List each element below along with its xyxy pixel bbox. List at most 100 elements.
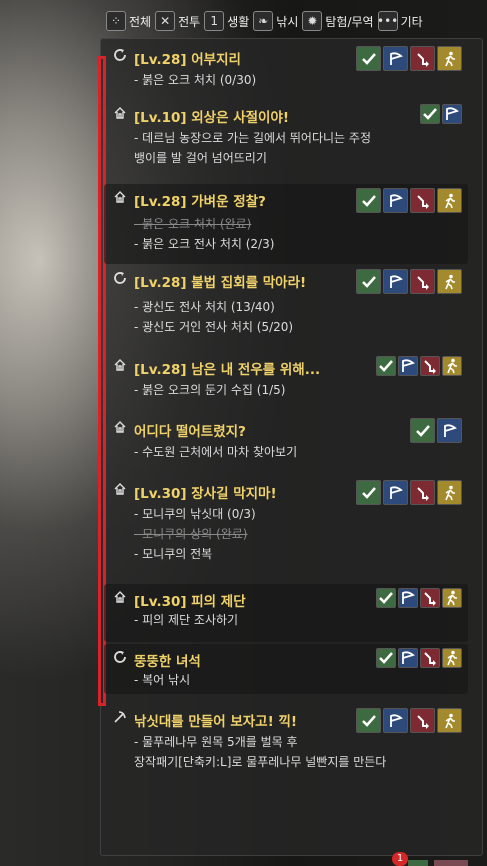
quest-entry[interactable]: [Lv.28] 가벼운 정찰? - 붉은 오크 처치 (완료) - 붉은 오크 전사… — [104, 184, 468, 264]
quest-entry[interactable]: [Lv.28] 어부지리 - 붉은 오크 처치 (0/30) — [104, 42, 468, 100]
auto-walk-button[interactable] — [442, 356, 462, 376]
quest-action-buttons — [376, 588, 462, 608]
auto-walk-button[interactable] — [437, 46, 462, 71]
bottom-tab-green[interactable] — [408, 860, 428, 866]
filter-more[interactable]: ••• 기타 — [377, 11, 423, 31]
auto-path-button[interactable] — [410, 188, 435, 213]
quest-objectives: - 광신도 전사 처치 (13/40) - 광신도 거인 전사 처치 (5/20) — [134, 297, 293, 337]
auto-path-button[interactable] — [410, 708, 435, 733]
arrow-icon — [416, 52, 429, 67]
quest-objectives: - 피의 제단 조사하기 — [134, 610, 238, 630]
auto-path-button[interactable] — [410, 480, 435, 505]
quest-filter-bar: ⁘ 전체 ✕ 전투 1 생활 ❧ 낚시 ✹ 탐험/무역 ••• 기타 — [106, 8, 483, 34]
complete-button[interactable] — [356, 46, 381, 71]
quest-objective: - 모니쿠의 상의 (완료) — [134, 527, 248, 541]
filter-label: 탐험/무역 — [325, 14, 374, 29]
check-icon — [361, 714, 376, 727]
check-icon — [379, 592, 393, 604]
auto-walk-button[interactable] — [442, 588, 462, 608]
quest-objective: - 수도원 근처에서 마차 찾아보기 — [134, 445, 298, 459]
flag-icon — [389, 485, 403, 499]
flag-icon — [389, 193, 403, 207]
complete-button[interactable] — [356, 480, 381, 505]
check-icon — [379, 360, 393, 372]
auto-path-button[interactable] — [420, 356, 440, 376]
quest-entry[interactable]: [Lv.10] 외상은 사절이야! - 데르님 농장으로 가는 길에서 뛰어다니는… — [104, 100, 468, 182]
navigate-flag-button[interactable] — [437, 418, 462, 443]
quest-entry[interactable]: [Lv.30] 장사길 막지마! - 모니쿠의 낚싯대 (0/3) - 모니쿠의 상… — [104, 476, 468, 582]
quest-title[interactable]: [Lv.28] 불법 집회를 막아라! — [134, 271, 306, 291]
bottom-tab-red[interactable] — [434, 860, 468, 866]
flag-icon — [402, 591, 415, 604]
complete-button[interactable] — [356, 188, 381, 213]
filter-all-filter[interactable]: ⁘ 전체 — [106, 11, 151, 31]
navigate-flag-button[interactable] — [442, 104, 462, 124]
quest-entry[interactable]: 뚱뚱한 녀석 - 복어 낚시 — [104, 644, 468, 694]
quest-house-icon — [112, 358, 128, 374]
arrow-icon — [416, 486, 429, 501]
complete-button[interactable] — [420, 104, 440, 124]
quest-objective: 장작패기[단축키:L]로 물푸레나무 널빤지를 만든다 — [134, 755, 387, 769]
quest-title[interactable]: [Lv.10] 외상은 사절이야! — [134, 106, 289, 126]
navigate-flag-button[interactable] — [383, 269, 408, 294]
quest-entry[interactable]: [Lv.28] 불법 집회를 막아라! - 광신도 전사 처치 (13/40) - … — [104, 265, 468, 350]
complete-button[interactable] — [376, 648, 396, 668]
arrow-icon — [424, 652, 436, 666]
filter-fish[interactable]: ❧ 낚시 — [253, 11, 298, 31]
complete-button[interactable] — [376, 356, 396, 376]
quest-title[interactable]: [Lv.28] 남은 내 전우를 위해... — [134, 358, 320, 378]
auto-walk-button[interactable] — [437, 480, 462, 505]
navigate-flag-button[interactable] — [383, 46, 408, 71]
quest-title[interactable]: 낚싯대를 만들어 보자고! 끽! — [134, 710, 297, 730]
quest-title[interactable]: [Lv.30] 장사길 막지마! — [134, 482, 277, 502]
quest-entry[interactable]: [Lv.28] 남은 내 전우를 위해... - 붉은 오크의 둔기 수집 (1/… — [104, 352, 468, 412]
check-icon — [379, 652, 393, 664]
navigate-flag-button[interactable] — [383, 480, 408, 505]
auto-path-button[interactable] — [420, 648, 440, 668]
quest-title[interactable]: [Lv.28] 어부지리 — [134, 48, 241, 68]
filter-crossed-swords[interactable]: ✕ 전투 — [155, 11, 200, 31]
filter-compass[interactable]: ✹ 탐험/무역 — [302, 11, 374, 31]
quest-house-icon — [112, 420, 128, 436]
quest-title[interactable]: 뚱뚱한 녀석 — [134, 650, 201, 670]
navigate-flag-button[interactable] — [398, 588, 418, 608]
auto-walk-button[interactable] — [442, 648, 462, 668]
auto-walk-button[interactable] — [437, 269, 462, 294]
more-icon: ••• — [377, 11, 398, 31]
quest-entry[interactable]: 낚싯대를 만들어 보자고! 끽! - 물푸레나무 원목 5개를 벌목 후 장작패기[… — [104, 704, 468, 784]
navigate-flag-button[interactable] — [398, 356, 418, 376]
filter-label: 전투 — [178, 14, 201, 29]
quest-objective: - 붉은 오크 전사 처치 (2/3) — [134, 237, 275, 251]
auto-path-button[interactable] — [410, 46, 435, 71]
complete-button[interactable] — [356, 708, 381, 733]
quest-title[interactable]: 어디다 떨어트렸지? — [134, 420, 246, 440]
quest-title[interactable]: [Lv.30] 피의 제단 — [134, 590, 246, 610]
auto-walk-button[interactable] — [437, 708, 462, 733]
quest-objectives: - 붉은 오크 처치 (완료) - 붉은 오크 전사 처치 (2/3) — [134, 214, 274, 254]
quest-action-buttons — [356, 269, 462, 294]
walk-icon — [444, 485, 455, 500]
complete-button[interactable] — [376, 588, 396, 608]
auto-path-button[interactable] — [420, 588, 440, 608]
complete-button[interactable] — [410, 418, 435, 443]
auto-walk-button[interactable] — [437, 188, 462, 213]
quest-entry[interactable]: 어디다 떨어트렸지? - 수도원 근처에서 마차 찾아보기 — [104, 414, 468, 474]
navigate-flag-button[interactable] — [383, 708, 408, 733]
auto-path-button[interactable] — [410, 269, 435, 294]
quest-entry[interactable]: [Lv.30] 피의 제단 - 피의 제단 조사하기 — [104, 584, 468, 642]
quest-house-icon — [112, 590, 128, 606]
quest-objective: - 광신도 거인 전사 처치 (5/20) — [134, 320, 294, 334]
quest-objective: - 붉은 오크의 둔기 수집 (1/5) — [134, 383, 286, 397]
navigate-flag-button[interactable] — [383, 188, 408, 213]
crossed-swords-icon: ✕ — [155, 11, 176, 31]
filter-life[interactable]: 1 생활 — [204, 11, 249, 31]
all-filter-icon: ⁘ — [106, 11, 126, 31]
navigate-flag-button[interactable] — [398, 648, 418, 668]
quest-action-buttons — [356, 480, 462, 505]
arrow-icon — [416, 714, 429, 729]
quest-title[interactable]: [Lv.28] 가벼운 정찰? — [134, 190, 266, 210]
complete-button[interactable] — [356, 269, 381, 294]
check-icon — [423, 108, 437, 120]
check-icon — [361, 486, 376, 499]
quest-circle-icon — [112, 650, 128, 666]
